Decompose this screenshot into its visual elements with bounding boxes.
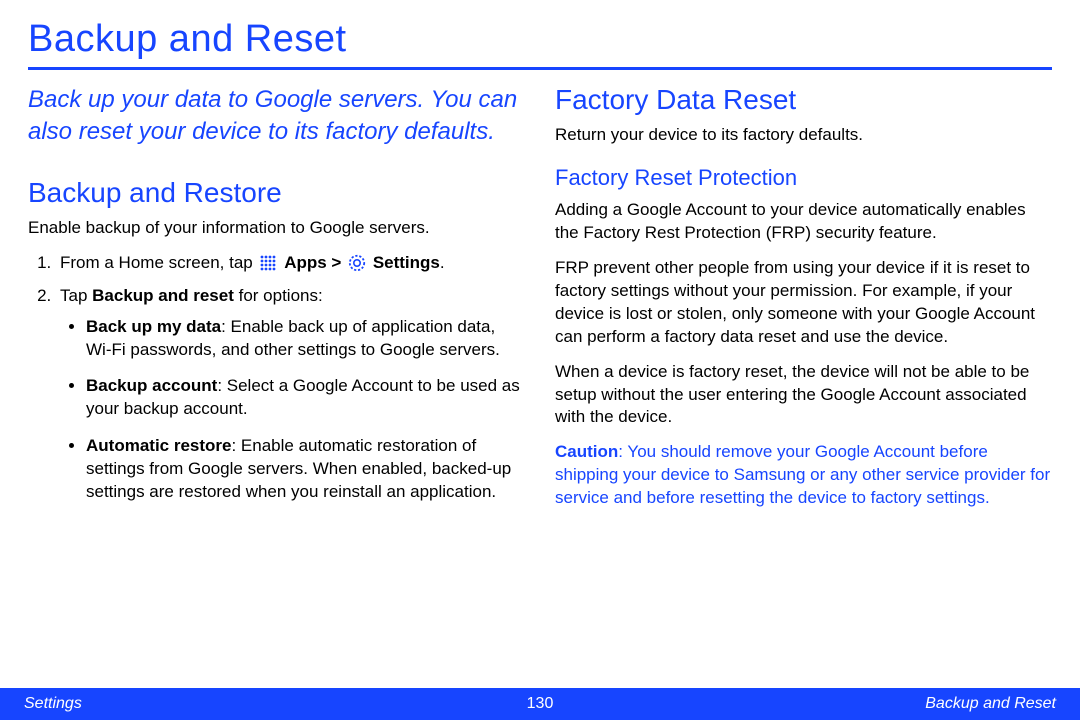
- factory-reset-heading: Factory Data Reset: [555, 84, 1052, 116]
- left-column: Back up your data to Google servers. You…: [28, 84, 525, 518]
- right-column: Factory Data Reset Return your device to…: [555, 84, 1052, 518]
- bullet3-bold: Automatic restore: [86, 436, 231, 455]
- list-item: Automatic restore: Enable automatic rest…: [86, 435, 525, 504]
- list-item: Back up my data: Enable back up of appli…: [86, 316, 525, 362]
- step2-suffix: for options:: [234, 286, 323, 305]
- footer-right: Backup and Reset: [925, 695, 1056, 713]
- caution-label: Caution: [555, 442, 618, 461]
- lead-paragraph: Back up your data to Google servers. You…: [28, 84, 525, 149]
- frp-heading: Factory Reset Protection: [555, 165, 1052, 191]
- two-column-layout: Back up your data to Google servers. You…: [28, 84, 1052, 518]
- frp-p1: Adding a Google Account to your device a…: [555, 199, 1052, 245]
- apps-grid-icon: [259, 254, 277, 272]
- bullet2-bold: Backup account: [86, 376, 217, 395]
- footer-left: Settings: [24, 695, 82, 713]
- step1-settings-bold: Settings: [373, 253, 440, 272]
- page-title: Backup and Reset: [28, 18, 1052, 61]
- step-item: From a Home screen, tap Apps >: [56, 252, 525, 275]
- step1-prefix: From a Home screen, tap: [60, 253, 257, 272]
- backup-restore-heading: Backup and Restore: [28, 177, 525, 209]
- frp-p2: FRP prevent other people from using your…: [555, 257, 1052, 349]
- caution-paragraph: Caution: You should remove your Google A…: [555, 441, 1052, 510]
- step2-prefix: Tap: [60, 286, 92, 305]
- step-item: Tap Backup and reset for options: Back u…: [56, 285, 525, 505]
- settings-gear-icon: [348, 254, 366, 272]
- list-item: Backup account: Select a Google Account …: [86, 375, 525, 421]
- footer-page-number: 130: [527, 695, 554, 713]
- caution-body: : You should remove your Google Account …: [555, 442, 1050, 507]
- bullet1-bold: Back up my data: [86, 317, 221, 336]
- step2-bold: Backup and reset: [92, 286, 234, 305]
- step1-apps-bold: Apps >: [284, 253, 346, 272]
- title-divider: [28, 67, 1052, 70]
- steps-list: From a Home screen, tap Apps >: [28, 252, 525, 504]
- page-footer: Settings 130 Backup and Reset: [0, 688, 1080, 720]
- step1-period: .: [440, 253, 445, 272]
- factory-reset-intro: Return your device to its factory defaul…: [555, 124, 1052, 147]
- document-page: Backup and Reset Back up your data to Go…: [0, 0, 1080, 568]
- options-bullet-list: Back up my data: Enable back up of appli…: [60, 316, 525, 505]
- frp-p3: When a device is factory reset, the devi…: [555, 361, 1052, 430]
- backup-restore-intro: Enable backup of your information to Goo…: [28, 217, 525, 240]
